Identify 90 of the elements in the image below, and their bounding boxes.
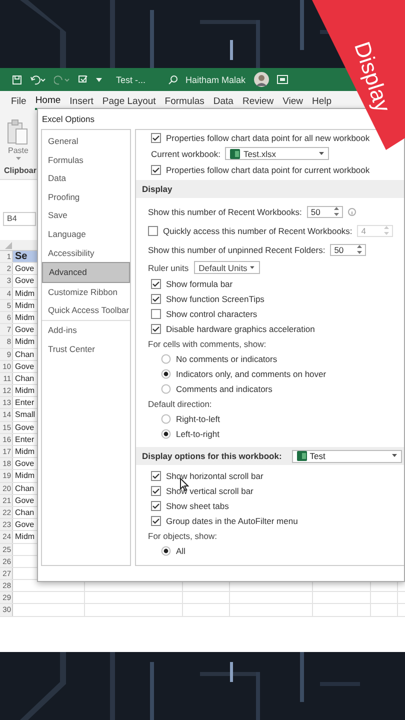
paste-label[interactable]: Paste (8, 146, 28, 155)
checkbox[interactable] (151, 278, 161, 288)
ribbon-tab[interactable]: Insert (70, 94, 94, 108)
checkbox[interactable] (151, 516, 161, 526)
group-label: For objects, show: (148, 530, 217, 540)
nav-item[interactable]: Add-ins (42, 320, 130, 340)
banner-title: Display (348, 38, 396, 116)
dropdown-value: Test (310, 451, 326, 461)
option-label: Show vertical scroll bar (166, 486, 254, 496)
ribbon-tab[interactable]: Data (213, 94, 234, 108)
option-label: Comments and indicators (176, 384, 272, 394)
radio-button[interactable] (161, 546, 171, 556)
nav-item[interactable]: General (42, 132, 130, 151)
checkbox[interactable] (151, 132, 161, 142)
nav-item[interactable]: Proofing (42, 188, 130, 206)
option-label: Indicators only, and comments on hover (176, 368, 326, 378)
spreadsheet-icon (296, 451, 307, 461)
number-spinner[interactable]: 50 (306, 206, 343, 218)
user-name[interactable]: Haitham Malak (186, 74, 246, 84)
spinner-value: 50 (334, 244, 344, 254)
radio-button[interactable] (161, 368, 171, 378)
option-label: No comments or indicators (176, 354, 278, 364)
option-label: Show this number of unpinned Recent Folders: (148, 244, 326, 254)
ribbon-tab[interactable]: Review (242, 94, 274, 108)
option-label: Quickly access this number of Recent Workbooks: (163, 226, 352, 236)
caret-icon (250, 266, 255, 270)
checkbox[interactable] (151, 294, 161, 304)
option-label: Group dates in the AutoFilter menu (166, 516, 298, 526)
radio-button[interactable] (161, 414, 171, 424)
option-label: Show this number of Recent Workbooks: (148, 206, 302, 216)
ribbon-tab[interactable]: File (11, 94, 26, 108)
spreadsheet-icon (230, 148, 240, 158)
nav-item[interactable]: Advanced (42, 262, 130, 283)
option-label: Ruler units (148, 262, 189, 272)
section-heading: Display options for this workbook: (142, 451, 282, 461)
radio-button[interactable] (161, 384, 171, 394)
option-label: Right-to-left (176, 414, 220, 424)
option-label: Left-to-right (176, 428, 220, 438)
nav-item[interactable]: Language (42, 224, 130, 244)
caret-icon (392, 454, 397, 458)
dropdown[interactable]: Test.xlsx (225, 147, 330, 160)
dialog-title: Excel Options (41, 113, 96, 126)
save-icon[interactable] (12, 74, 22, 84)
group-label: Clipboar (4, 166, 36, 175)
group-label: Default direction: (148, 398, 212, 408)
caret-icon[interactable] (16, 157, 21, 161)
option-label: Properties follow chart data point for current workbook (166, 164, 370, 174)
ribbon-tab[interactable]: Formulas (164, 94, 204, 108)
option-label: Show function ScreenTips (166, 294, 264, 304)
ribbon-display-icon[interactable] (276, 75, 288, 84)
option-label: Show control characters (166, 308, 258, 318)
caret-icon[interactable] (96, 76, 102, 82)
section-heading: Display (136, 180, 404, 198)
group-label: For cells with comments, show: (148, 338, 266, 348)
spinner-value: 4 (361, 226, 366, 236)
checkbox[interactable] (151, 500, 161, 510)
dropdown-value: Test.xlsx (243, 148, 276, 158)
checkbox[interactable] (151, 164, 161, 174)
checkbox[interactable] (151, 486, 161, 496)
spinner-arrows-icon[interactable] (334, 207, 339, 216)
nav-item[interactable]: Data (42, 169, 130, 188)
undo-icon[interactable] (30, 74, 46, 84)
option-label: All (176, 546, 186, 556)
option-label: Properties follow chart data point for all new workbook (166, 132, 370, 142)
option-label: Show formula bar (166, 278, 233, 288)
document-title: Test -... (116, 74, 146, 84)
search-icon[interactable] (168, 74, 178, 84)
option-label: Disable hardware graphics acceleration (166, 324, 315, 334)
checkbox[interactable] (151, 324, 161, 334)
ribbon-tab[interactable]: View (282, 94, 304, 108)
number-spinner[interactable]: 50 (330, 244, 366, 256)
option-label: Show sheet tabs (166, 500, 229, 510)
option-label: Show horizontal scroll bar (166, 470, 264, 480)
radio-button[interactable] (161, 428, 171, 438)
dropdown[interactable]: Default Units (194, 261, 260, 274)
option-label: Current workbook: (151, 148, 220, 158)
spinner-value: 50 (310, 206, 320, 216)
checkbox[interactable] (151, 308, 161, 318)
avatar[interactable] (254, 72, 269, 87)
name-box[interactable]: B4 (3, 212, 36, 226)
workbook-dropdown[interactable]: Test (292, 450, 402, 462)
ribbon-tab[interactable]: Help (312, 94, 332, 108)
checkbox[interactable] (151, 470, 161, 480)
nav-item[interactable]: Save (42, 206, 130, 225)
touch-mode-icon[interactable] (78, 74, 88, 84)
ribbon-tab[interactable]: Page Layout (102, 94, 156, 108)
nav-item[interactable]: Formulas (42, 150, 130, 170)
dropdown-value: Default Units (198, 262, 248, 272)
radio-button[interactable] (161, 354, 171, 364)
spinner-arrows-icon[interactable] (357, 245, 362, 254)
